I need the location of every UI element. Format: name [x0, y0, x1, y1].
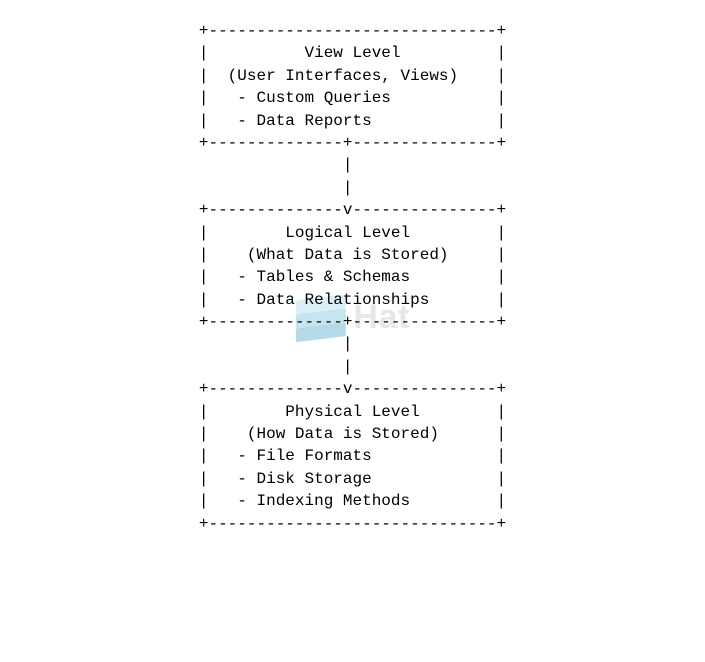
box1-subtitle: | (User Interfaces, Views) | [199, 67, 506, 85]
box2-item1: | - Tables & Schemas | [199, 268, 506, 286]
arrow2-l1: | [199, 335, 506, 353]
box3-subtitle: | (How Data is Stored) | [199, 425, 506, 443]
box1-item2: | - Data Reports | [199, 112, 506, 130]
box3-title: | Physical Level | [199, 403, 506, 421]
box1-border-bot: +--------------+---------------+ [199, 134, 506, 152]
box3-item1: | - File Formats | [199, 447, 506, 465]
box1-item1: | - Custom Queries | [199, 89, 506, 107]
box2-border-top: +--------------v---------------+ [199, 201, 506, 219]
box1-title: | View Level | [199, 44, 506, 62]
box1-border-top: +------------------------------+ [199, 22, 506, 40]
arrow1-l1: | [199, 156, 506, 174]
box2-title: | Logical Level | [199, 224, 506, 242]
box2-border-bot: +--------------+---------------+ [199, 313, 506, 331]
box3-item2: | - Disk Storage | [199, 470, 506, 488]
ascii-diagram: +------------------------------+ | View … [199, 20, 506, 535]
box3-border-top: +--------------v---------------+ [199, 380, 506, 398]
box3-item3: | - Indexing Methods | [199, 492, 506, 510]
diagram-container: +------------------------------+ | View … [20, 20, 685, 535]
arrow2-l2: | [199, 358, 506, 376]
arrow1-l2: | [199, 179, 506, 197]
box2-subtitle: | (What Data is Stored) | [199, 246, 506, 264]
box2-item2: | - Data Relationships | [199, 291, 506, 309]
box3-border-bot: +------------------------------+ [199, 515, 506, 533]
